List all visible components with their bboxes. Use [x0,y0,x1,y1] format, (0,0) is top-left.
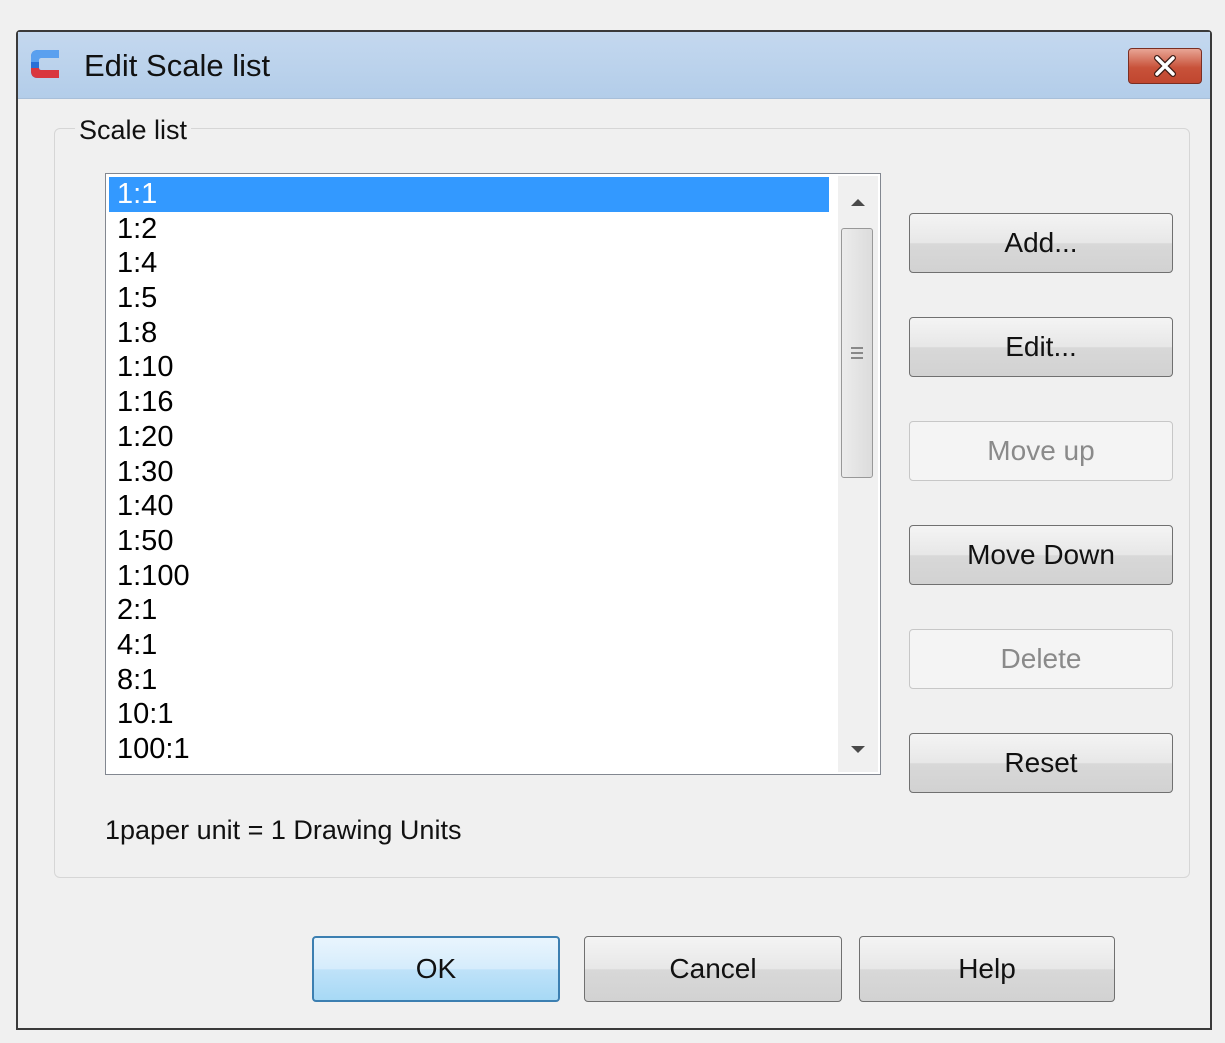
scale-list-group: Scale list 1:1 1:2 1:4 1:5 1:8 1:10 1:16… [54,115,1190,878]
scroll-thumb[interactable] [841,228,873,478]
title-bar[interactable]: Edit Scale list [18,32,1210,99]
list-item[interactable]: 1:50 [109,524,829,559]
scale-listbox[interactable]: 1:1 1:2 1:4 1:5 1:8 1:10 1:16 1:20 1:30 … [105,173,881,775]
scale-items: 1:1 1:2 1:4 1:5 1:8 1:10 1:16 1:20 1:30 … [109,177,829,767]
list-item[interactable]: 8:1 [109,663,829,698]
scroll-up-arrow-icon [851,199,865,206]
edit-scale-list-dialog: Edit Scale list Scale list 1:1 1:2 1:4 1… [16,30,1212,1030]
list-item[interactable]: 1:8 [109,316,829,351]
list-item[interactable]: 100:1 [109,732,829,767]
list-item[interactable]: 1:2 [109,212,829,247]
list-item[interactable]: 1:4 [109,246,829,281]
add-button[interactable]: Add... [909,213,1173,273]
scroll-down-button[interactable] [838,730,878,770]
grip-icon [851,347,863,359]
list-item[interactable]: 1:30 [109,455,829,490]
help-button[interactable]: Help [859,936,1115,1002]
scroll-down-arrow-icon [851,746,865,753]
list-item[interactable]: 1:5 [109,281,829,316]
edit-button[interactable]: Edit... [909,317,1173,377]
list-item[interactable]: 1:10 [109,350,829,385]
list-item[interactable]: 1:20 [109,420,829,455]
scroll-up-button[interactable] [838,182,878,222]
close-icon [1154,55,1176,77]
ok-button[interactable]: OK [312,936,560,1002]
reset-button[interactable]: Reset [909,733,1173,793]
vertical-scrollbar[interactable] [838,176,878,772]
cancel-button[interactable]: Cancel [584,936,842,1002]
delete-button[interactable]: Delete [909,629,1173,689]
list-item[interactable]: 10:1 [109,697,829,732]
list-item[interactable]: 1:40 [109,489,829,524]
move-up-button[interactable]: Move up [909,421,1173,481]
gcad-logo-icon [31,50,59,78]
list-item[interactable]: 1:100 [109,559,829,594]
list-item[interactable]: 2:1 [109,593,829,628]
list-item[interactable]: 4:1 [109,628,829,663]
list-item[interactable]: 1:16 [109,385,829,420]
list-item-selected[interactable]: 1:1 [109,177,829,212]
move-down-button[interactable]: Move Down [909,525,1173,585]
unit-info-text: 1paper unit = 1 Drawing Units [105,815,462,845]
group-label: Scale list [75,115,192,146]
close-button[interactable] [1128,48,1202,84]
window-title: Edit Scale list [84,48,271,83]
